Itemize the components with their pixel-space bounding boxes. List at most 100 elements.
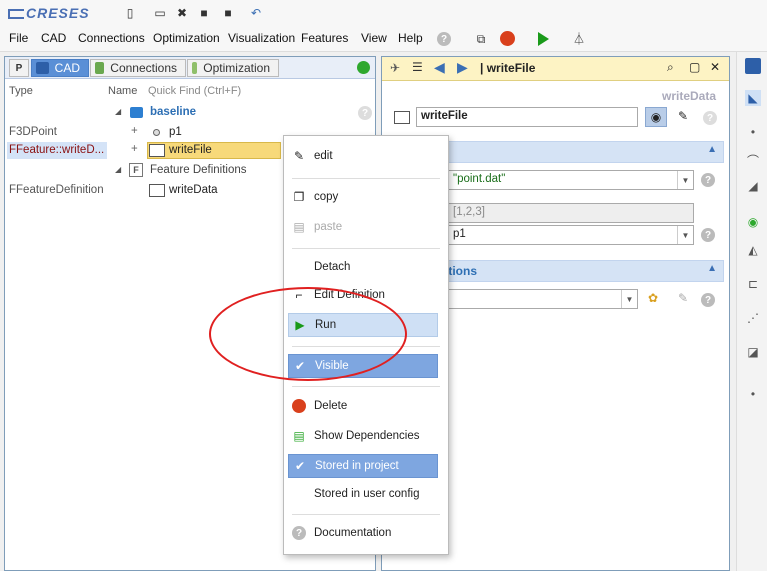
menu-connections[interactable]: Connections (78, 31, 145, 45)
menu-optimization[interactable]: Optimization (153, 31, 220, 45)
app-logo: CRESES (8, 5, 90, 21)
pencil-icon: ✎ (293, 149, 305, 163)
save-icon[interactable]: ■ (196, 5, 212, 21)
panel-title: | writeFile (480, 61, 536, 75)
menu-separator (292, 248, 440, 249)
help-icon[interactable]: ? (701, 173, 715, 187)
visibility-icon[interactable]: ◉ (645, 107, 667, 127)
measure-icon[interactable]: ◪ (745, 344, 761, 360)
palette-icon[interactable]: ✿ (648, 291, 658, 305)
play-icon (192, 62, 198, 74)
help-icon[interactable]: ? (358, 106, 372, 120)
stop-icon[interactable] (500, 31, 515, 46)
menu-stored-in-user-config[interactable]: Stored in user config (288, 482, 438, 506)
folder-icon[interactable] (745, 58, 761, 74)
shape-icon[interactable]: ◭ (745, 242, 761, 258)
feature-icon[interactable]: ◉ (745, 214, 761, 230)
tab-cad[interactable]: CAD (31, 59, 89, 77)
flask-icon[interactable]: ⏃ (571, 30, 587, 46)
new-window-icon[interactable]: ▭ (152, 5, 168, 21)
connector-icon[interactable]: ⊏ (745, 276, 761, 292)
search-icon[interactable]: ⌕ (667, 60, 674, 75)
app-window: CRESES ▯ ▭ ✖ ■ ■ ↶ File CAD Connections … (0, 0, 767, 571)
delete-icon (290, 397, 308, 415)
point-icon[interactable]: • (745, 124, 761, 140)
tree-type: F3DPoint (9, 126, 57, 138)
surface-icon[interactable]: ◢ (745, 178, 761, 194)
menu-stored-in-project[interactable]: ✔ Stored in project (288, 454, 438, 478)
panel-tabs: P CAD Connections Optimization (5, 57, 375, 79)
file-write-icon (149, 144, 165, 157)
folder-icon (130, 107, 143, 118)
menu-copy[interactable]: ❐ copy (288, 185, 438, 209)
help-icon[interactable]: ? (437, 32, 451, 46)
expand-plus-icon[interactable]: + (131, 125, 138, 137)
monitor-icon (95, 62, 105, 74)
point-icon[interactable]: • (745, 386, 761, 402)
undo-icon[interactable]: ↶ (248, 5, 264, 21)
copy-window-icon[interactable]: ⧉ (473, 31, 489, 47)
menu-detach[interactable]: Detach (288, 255, 438, 279)
expand-arrow-icon[interactable]: ◢ (115, 165, 121, 174)
close-project-icon[interactable]: ✖ (174, 5, 190, 21)
tab-project[interactable]: P (9, 59, 29, 77)
help-icon[interactable]: ? (701, 228, 715, 242)
file-write-icon (394, 111, 410, 124)
menu-visualization[interactable]: Visualization (228, 31, 295, 45)
column-type[interactable]: Type (9, 85, 33, 97)
close-icon[interactable]: ✕ (710, 60, 720, 74)
point-field[interactable]: p1 ▼ (448, 225, 694, 245)
tree-label: p1 (169, 126, 182, 138)
list-icon[interactable]: ☰ (412, 60, 423, 74)
panel-toggle-icon[interactable]: ▯ (122, 5, 138, 21)
collapse-icon[interactable]: ▲ (707, 263, 717, 274)
menu-separator (292, 514, 440, 515)
tree-row-baseline[interactable]: ◢ baseline (5, 104, 375, 122)
tree-label: writeFile (169, 144, 212, 156)
menu-separator (292, 178, 440, 179)
options-dropdown[interactable]: ▼ (448, 289, 638, 309)
tab-connections[interactable]: Connections (90, 59, 186, 77)
check-icon: ✔ (294, 459, 306, 473)
name-field[interactable]: writeFile (416, 107, 638, 127)
back-icon[interactable]: ◀ (434, 59, 445, 76)
copy-icon: ❐ (293, 190, 305, 204)
top-toolbar: CRESES ▯ ▭ ✖ ■ ■ ↶ (0, 0, 767, 26)
menu-help[interactable]: Help (398, 31, 423, 45)
menu-documentation[interactable]: ? Documentation (288, 521, 438, 545)
column-name[interactable]: Name (108, 85, 137, 97)
expand-plus-icon[interactable]: + (131, 143, 138, 155)
tab-optimization[interactable]: Optimization (187, 59, 279, 77)
dots-icon[interactable]: ⋰ (745, 310, 761, 326)
refresh-icon[interactable] (357, 61, 370, 74)
menu-separator (292, 386, 440, 387)
menu-show-dependencies[interactable]: ▤ Show Dependencies (288, 424, 438, 448)
edit-icon[interactable]: ✎ (678, 291, 688, 305)
select-icon[interactable]: ◣ (745, 90, 761, 106)
file-write-icon (149, 184, 165, 197)
geometry-toolbar: ◣ • ⌒ ◢ ◉ ◭ ⊏ ⋰ ◪ • (736, 52, 767, 571)
quick-find-input[interactable]: Quick Find (Ctrl+F) (148, 85, 241, 97)
menu-cad[interactable]: CAD (41, 31, 66, 45)
copy-icon[interactable]: ▢ (689, 60, 700, 74)
run-icon[interactable] (538, 32, 549, 46)
menu-view[interactable]: View (361, 31, 387, 45)
help-icon[interactable]: ? (703, 111, 717, 125)
help-icon[interactable]: ? (701, 293, 715, 307)
menu-edit[interactable]: ✎ edit (288, 144, 438, 168)
pin-icon[interactable]: ✈ (390, 61, 400, 75)
properties-toolbar: ✈ ☰ ◀ ▶ | writeFile ⌕ ▢ ✕ (382, 57, 729, 81)
menu-features[interactable]: Features (301, 31, 348, 45)
filename-field[interactable]: "point.dat" ▼ (448, 170, 694, 190)
collapse-icon[interactable]: ▲ (707, 144, 717, 155)
curve-icon[interactable]: ⌒ (745, 152, 761, 168)
menu-bar: File CAD Connections Optimization Visual… (0, 26, 767, 52)
edit-icon[interactable]: ✎ (678, 109, 688, 123)
menu-delete[interactable]: Delete (288, 394, 438, 418)
expand-arrow-icon[interactable]: ◢ (115, 107, 121, 116)
menu-file[interactable]: File (9, 31, 28, 45)
forward-icon[interactable]: ▶ (457, 59, 468, 76)
point-icon (153, 129, 160, 136)
save-as-icon[interactable]: ■ (220, 5, 236, 21)
selected-item (147, 142, 281, 159)
